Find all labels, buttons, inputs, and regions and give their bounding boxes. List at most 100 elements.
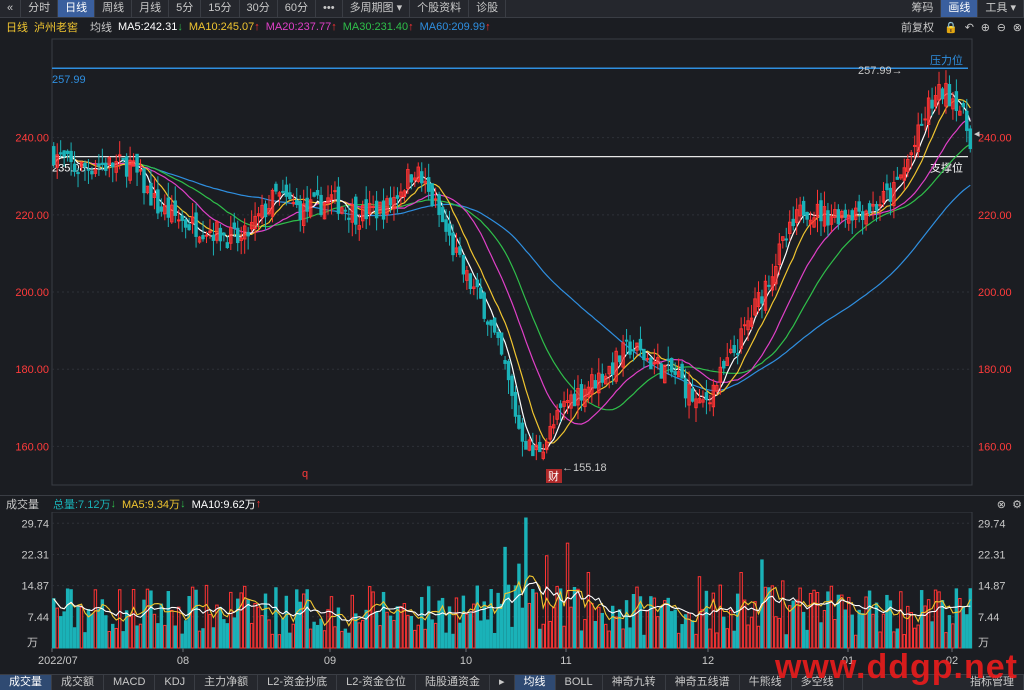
period-tab[interactable]: 诊股: [469, 0, 507, 17]
period-tab[interactable]: 5分: [169, 0, 202, 17]
volume-bar: [173, 625, 177, 649]
indicator-tab[interactable]: KDJ: [155, 675, 196, 690]
candle: [482, 291, 486, 323]
candle-body: [475, 279, 479, 288]
period-tab[interactable]: 个股资料: [410, 0, 470, 17]
period-tab[interactable]: 多周期图 ▾: [343, 0, 411, 17]
volume-bar: [326, 609, 330, 649]
candle-body: [117, 154, 122, 157]
volume-bar: [409, 616, 414, 649]
period-tab[interactable]: •••: [316, 0, 343, 17]
candle: [218, 224, 223, 251]
candle: [947, 75, 952, 107]
period-tab[interactable]: 分时: [21, 0, 59, 17]
candle: [711, 379, 716, 417]
candle: [919, 113, 924, 126]
lock-icon[interactable]: 🔒: [944, 21, 958, 34]
volume-bar: [597, 606, 601, 649]
volume-bar: [909, 612, 913, 649]
back-icon[interactable]: «: [0, 0, 22, 17]
zoom-in-icon[interactable]: ⊕: [981, 21, 990, 34]
zoom-out-icon[interactable]: ⊖: [997, 21, 1006, 34]
indicator-tab[interactable]: 均线: [514, 675, 556, 690]
candle: [829, 204, 834, 232]
down-arrow-icon: ↓: [110, 498, 116, 510]
candle-body: [874, 203, 879, 211]
toolbar-right-button[interactable]: 画线: [941, 0, 979, 17]
indicator-tab[interactable]: ▸: [490, 675, 515, 690]
candle: [58, 140, 63, 158]
volume-bar: [413, 629, 417, 649]
event-marker-cai: 财: [548, 469, 559, 483]
candle-body: [62, 150, 66, 157]
stock-name[interactable]: 泸州老窖: [34, 19, 78, 35]
indicator-tab[interactable]: 成交额: [52, 675, 104, 690]
indicator-tab[interactable]: 陆股通资金: [416, 675, 490, 690]
volume-bar: [604, 623, 608, 649]
period-tab[interactable]: 30分: [240, 0, 278, 17]
settings-icon[interactable]: ⚙: [1012, 498, 1022, 511]
indicator-tab[interactable]: BOLL: [556, 675, 603, 690]
indicator-tab[interactable]: 神奇五线谱: [666, 675, 740, 690]
y-tick-label-right: 200.00: [978, 287, 1012, 299]
undo-icon[interactable]: ↶: [965, 21, 974, 34]
candle-body: [347, 217, 351, 220]
ma-label[interactable]: 均线: [90, 19, 112, 35]
close-icon[interactable]: ⊗: [1013, 21, 1022, 34]
indicator-tab[interactable]: 成交量: [0, 675, 52, 690]
candle-body: [624, 339, 629, 342]
candle: [742, 316, 747, 336]
toolbar-right-button[interactable]: 筹码: [904, 0, 942, 17]
indicator-tab[interactable]: L2-资金仓位: [337, 675, 416, 690]
indicator-tab[interactable]: 神奇九转: [603, 675, 666, 690]
volume-bar: [121, 631, 125, 649]
close-icon[interactable]: ⊗: [997, 498, 1006, 511]
volume-bar: [437, 600, 441, 649]
volume-bar: [944, 632, 948, 649]
volume-bar: [426, 586, 431, 649]
candle: [767, 275, 771, 291]
volume-bar: [496, 592, 500, 649]
candle: [128, 146, 132, 184]
candle: [479, 278, 483, 300]
candle: [124, 153, 129, 188]
period-tab[interactable]: 日线: [58, 0, 96, 17]
candle-body: [492, 317, 497, 333]
volume-title[interactable]: 成交量: [6, 496, 39, 512]
indicator-tab[interactable]: MACD: [104, 675, 156, 690]
candle-body: [520, 422, 525, 442]
candle: [590, 367, 594, 403]
volume-bar: [965, 614, 969, 649]
candle-body: [805, 211, 809, 220]
period-tab[interactable]: 月线: [132, 0, 170, 17]
candle: [489, 319, 493, 338]
volume-bar: [510, 626, 514, 649]
period-tab[interactable]: 周线: [95, 0, 133, 17]
candle-body: [211, 234, 216, 241]
indicator-tab[interactable]: 主力净额: [195, 675, 259, 690]
candle: [663, 364, 667, 384]
candle-body: [610, 362, 615, 375]
candle: [812, 211, 816, 229]
volume-bar: [357, 622, 361, 649]
period-tab[interactable]: 15分: [201, 0, 240, 17]
toolbar-right-button[interactable]: 工具 ▾: [978, 0, 1024, 17]
candle-body: [166, 197, 171, 218]
candle-body: [274, 183, 278, 192]
candle: [270, 188, 275, 223]
volume-info-bar: 成交量 总量:7.12万 ↓ MA5:9.34万 ↓ MA10:9.62万 ↑ ⊗ ⚙: [0, 495, 1024, 512]
candlestick-chart[interactable]: 240.00 240.00 220.00 220.00 200.00 200.00 180.…: [0, 37, 1024, 495]
candle: [197, 235, 202, 244]
volume-bar: [361, 619, 365, 649]
candle-body: [506, 360, 511, 381]
volume-bar: [729, 609, 733, 649]
volume-bar: [892, 631, 896, 649]
candle: [659, 362, 663, 379]
adjust-mode[interactable]: 前复权: [901, 19, 934, 35]
period-tab[interactable]: 60分: [278, 0, 316, 17]
volume-bar: [183, 620, 188, 649]
indicator-tab[interactable]: L2-资金抄底: [258, 675, 338, 690]
volume-bar: [454, 597, 459, 649]
volume-bar: [562, 625, 566, 649]
volume-bar: [371, 591, 375, 649]
